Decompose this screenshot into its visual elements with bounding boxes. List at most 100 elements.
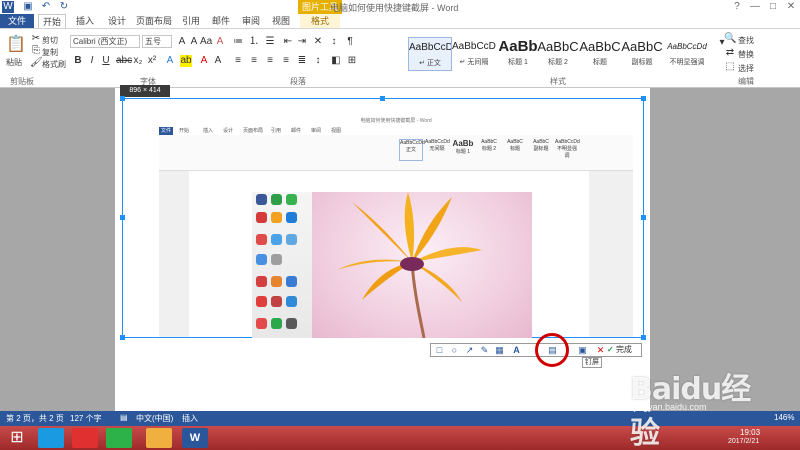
subscript-icon[interactable]: x₂ [132, 55, 144, 67]
tab-insert[interactable]: 插入 [72, 14, 98, 28]
numbering-icon[interactable]: ⒈ [248, 36, 260, 48]
rectangle-icon[interactable]: □ [434, 345, 445, 356]
redo-icon[interactable]: ↻ [58, 1, 70, 13]
netease-music-icon[interactable] [72, 428, 98, 448]
baidu-watermark: Baidu经验 jingyan.baidu.com [630, 360, 770, 450]
cut-button[interactable]: 剪切 [42, 35, 58, 46]
select-button[interactable]: 选择 [738, 63, 754, 74]
mosaic-icon[interactable]: ▦ [494, 345, 505, 356]
align-left-icon[interactable]: ≡ [232, 55, 244, 67]
help-button[interactable]: ? [728, 0, 746, 14]
line-spacing-icon[interactable]: ↕ [312, 55, 324, 67]
justify-icon[interactable]: ≡ [280, 55, 292, 67]
folder-icon[interactable] [146, 428, 172, 448]
resize-handle[interactable] [120, 96, 125, 101]
pen-icon[interactable]: ✎ [479, 345, 490, 356]
word-taskbar-icon[interactable]: W [182, 428, 208, 448]
app-icon [256, 194, 267, 205]
style-title[interactable]: AaBbC 标题 [578, 37, 622, 71]
highlight-icon[interactable]: ab [180, 55, 192, 67]
paste-label[interactable]: 粘贴 [6, 57, 22, 68]
resize-handle[interactable] [120, 215, 125, 220]
sort-icon[interactable]: ↕ [328, 36, 340, 48]
distribute-icon[interactable]: ≣ [296, 55, 308, 67]
resize-handle[interactable] [641, 335, 646, 340]
change-case-icon[interactable]: Aa [200, 36, 212, 48]
shrink-font-icon[interactable]: A [188, 36, 200, 48]
tab-layout[interactable]: 页面布局 [134, 14, 174, 28]
language[interactable]: 中文(中国) [136, 413, 173, 424]
tab-design[interactable]: 设计 [104, 14, 130, 28]
finish-button[interactable]: ✓ 完成 [607, 344, 643, 356]
style-normal[interactable]: AaBbCcDd ↵ 正文 [408, 37, 452, 71]
inner-style: AaBbCcDd 无间隔 [425, 139, 450, 152]
ie-icon[interactable] [38, 428, 64, 448]
tab-references[interactable]: 引用 [178, 14, 204, 28]
bold-icon[interactable]: B [72, 55, 84, 67]
style-subtle-emphasis[interactable]: AaBbCcDd 不明显强调 [664, 37, 710, 71]
superscript-icon[interactable]: x² [146, 55, 158, 67]
arrow-icon[interactable]: ↗ [464, 345, 475, 356]
copy-button[interactable]: 复制 [42, 47, 58, 58]
cancel-icon[interactable]: ✕ [595, 345, 606, 356]
word-count[interactable]: 127 个字 [70, 413, 102, 424]
chinese-layout-icon[interactable]: ✕ [312, 36, 324, 48]
paste-icon[interactable]: 📋 [6, 35, 26, 55]
tab-mailings[interactable]: 邮件 [208, 14, 234, 28]
decrease-indent-icon[interactable]: ⇤ [282, 36, 294, 48]
tab-format[interactable]: 格式 [300, 14, 340, 28]
clear-format-icon[interactable]: A [214, 36, 226, 48]
close-button[interactable]: ✕ [782, 0, 800, 14]
tab-file[interactable]: 文件 [0, 14, 34, 28]
style-no-spacing[interactable]: AaBbCcDd ↵ 无间隔 [452, 37, 496, 71]
ellipse-icon[interactable]: ○ [449, 345, 460, 356]
resize-handle[interactable] [641, 215, 646, 220]
iqiyi-icon[interactable] [106, 428, 132, 448]
text-effects-icon[interactable]: A [164, 55, 176, 67]
bullets-icon[interactable]: ≔ [232, 36, 244, 48]
resize-handle[interactable] [380, 96, 385, 101]
style-heading-1[interactable]: AaBb 标题 1 [496, 37, 540, 71]
zoom-level[interactable]: 146% [774, 413, 794, 422]
insert-mode[interactable]: 插入 [182, 413, 198, 424]
font-size-combo[interactable]: 五号 [142, 35, 172, 48]
align-center-icon[interactable]: ≡ [248, 55, 260, 67]
tab-review[interactable]: 审阅 [238, 14, 264, 28]
borders-icon[interactable]: ⊞ [346, 55, 358, 67]
italic-icon[interactable]: I [86, 55, 98, 67]
minimize-button[interactable]: — [746, 0, 764, 14]
proofing-icon[interactable]: ▤ [120, 413, 128, 422]
restore-button[interactable]: □ [764, 0, 782, 14]
resize-handle[interactable] [120, 335, 125, 340]
start-icon[interactable]: ⊞ [4, 428, 30, 448]
app-icon [286, 318, 297, 329]
pin-icon[interactable]: ▣ [577, 345, 588, 356]
undo-icon[interactable]: ↶ [40, 1, 52, 13]
font-name-combo[interactable]: Calibri (西文正) [70, 35, 140, 48]
style-subtitle[interactable]: AaBbC 副标题 [620, 37, 664, 71]
char-shading-icon[interactable]: A [212, 55, 224, 67]
text-icon[interactable]: A [511, 345, 522, 356]
style-heading-2[interactable]: AaBbC 标题 2 [536, 37, 580, 71]
show-marks-icon[interactable]: ¶ [344, 36, 356, 48]
underline-icon[interactable]: U [100, 55, 112, 67]
format-painter-button[interactable]: 格式刷 [42, 59, 66, 70]
strikethrough-icon[interactable]: abc [116, 55, 132, 67]
shading-icon[interactable]: ◧ [330, 55, 342, 67]
app-icon [286, 296, 297, 307]
save-icon[interactable]: ▣ [22, 1, 34, 13]
increase-indent-icon[interactable]: ⇥ [296, 36, 308, 48]
align-right-icon[interactable]: ≡ [264, 55, 276, 67]
multilevel-icon[interactable]: ☰ [264, 36, 276, 48]
page-count[interactable]: 第 2 页，共 2 页 [6, 413, 64, 424]
app-icon [286, 276, 297, 287]
resize-handle[interactable] [641, 96, 646, 101]
tab-view[interactable]: 视图 [268, 14, 294, 28]
embedded-screenshot[interactable] [252, 192, 532, 338]
font-color-icon[interactable]: A [198, 55, 210, 67]
find-button[interactable]: 查找 [738, 35, 754, 46]
grow-font-icon[interactable]: A [176, 36, 188, 48]
tab-home[interactable]: 开始 [38, 14, 66, 28]
window-title: 电脑如何使用快捷键截屏 - Word [330, 3, 459, 13]
replace-button[interactable]: 替换 [738, 49, 754, 60]
